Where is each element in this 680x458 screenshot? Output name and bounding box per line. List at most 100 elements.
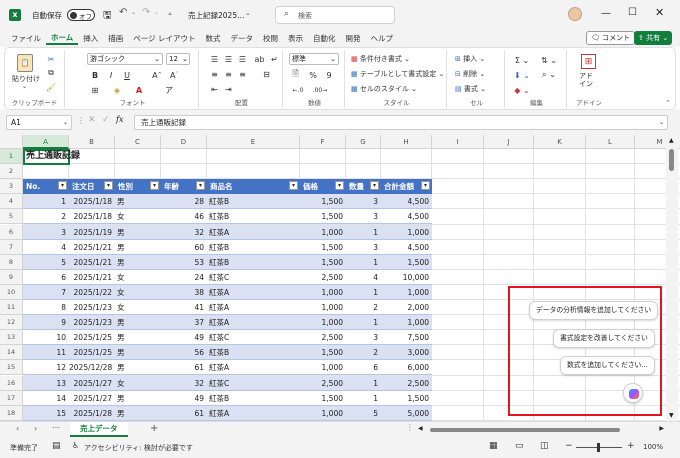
table-cell[interactable]: 紅茶B: [207, 345, 300, 360]
table-cell[interactable]: 1,500: [381, 391, 432, 406]
table-cell[interactable]: 53: [161, 255, 207, 270]
table-header-cell[interactable]: 注文日 ▾: [69, 179, 115, 195]
column-header[interactable]: G: [346, 135, 381, 149]
bold-button[interactable]: B: [89, 69, 101, 81]
table-header-cell[interactable]: 合計金額 ▾: [381, 179, 432, 195]
number-format-select[interactable]: 標準 ⌄: [289, 53, 339, 65]
tab-home[interactable]: ホーム: [46, 32, 79, 45]
table-cell[interactable]: 5: [23, 255, 69, 270]
table-cell[interactable]: 1: [346, 376, 381, 391]
font-name-select[interactable]: 游ゴシック ⌄: [87, 53, 163, 65]
table-cell[interactable]: 男: [115, 225, 161, 240]
tab-formulas[interactable]: 数式: [201, 33, 226, 44]
filter-dropdown-icon[interactable]: ▾: [421, 181, 430, 191]
sheet-stats-icon[interactable]: ▤: [52, 441, 61, 451]
table-cell[interactable]: 1: [346, 225, 381, 240]
underline-button[interactable]: U: [121, 69, 133, 81]
table-cell[interactable]: 4,500: [381, 194, 432, 209]
table-cell[interactable]: 男: [115, 330, 161, 345]
table-cell[interactable]: 1,000: [381, 225, 432, 240]
fill-color-icon[interactable]: ◈: [111, 84, 123, 96]
table-cell[interactable]: 14: [23, 391, 69, 406]
fill-icon[interactable]: ⬇ ⌄: [513, 69, 531, 81]
row-header[interactable]: 10: [0, 284, 23, 300]
column-header[interactable]: J: [484, 135, 534, 149]
table-cell[interactable]: 6: [346, 360, 381, 375]
shrink-font-icon[interactable]: Aˇ: [168, 69, 180, 81]
filter-dropdown-icon[interactable]: ▾: [104, 181, 113, 191]
horizontal-scroll-thumb[interactable]: [430, 428, 620, 432]
table-cell[interactable]: 15: [23, 406, 69, 421]
table-cell[interactable]: 32: [161, 376, 207, 391]
align-bottom-icon[interactable]: ☰: [237, 54, 248, 65]
search-box[interactable]: ⌕ 検索: [275, 6, 395, 24]
table-cell[interactable]: 男: [115, 360, 161, 375]
row-header[interactable]: 5: [0, 209, 23, 225]
zoom-in-icon[interactable]: +: [627, 441, 635, 451]
row-header[interactable]: 6: [0, 224, 23, 240]
column-header[interactable]: L: [586, 135, 635, 149]
table-header-cell[interactable]: 性別 ▾: [115, 179, 161, 195]
undo-icon[interactable]: ↶: [119, 7, 127, 18]
accessibility-status[interactable]: アクセシビリティ: 検討が必要です: [84, 443, 193, 453]
filter-dropdown-icon[interactable]: ▾: [150, 181, 159, 191]
table-cell[interactable]: 1,500: [300, 345, 346, 360]
table-cell[interactable]: 1,500: [300, 255, 346, 270]
column-header[interactable]: D: [161, 135, 207, 149]
tab-file[interactable]: ファイル: [6, 33, 46, 44]
table-cell[interactable]: 1,500: [381, 255, 432, 270]
paste-dropdown-icon[interactable]: ⌄: [22, 83, 27, 90]
align-right-icon[interactable]: ≡: [237, 69, 248, 80]
table-cell[interactable]: 2,500: [300, 330, 346, 345]
vertical-scroll-thumb[interactable]: [669, 149, 674, 171]
table-header-cell[interactable]: No. ▾: [23, 179, 69, 195]
tab-insert[interactable]: 挿入: [78, 33, 103, 44]
cancel-icon[interactable]: ✕: [88, 115, 96, 125]
insert-cells-button[interactable]: ⊞ 挿入 ⌄: [455, 54, 485, 64]
decrease-decimal-icon[interactable]: .00→: [311, 84, 329, 96]
comma-icon[interactable]: 9: [323, 69, 335, 81]
table-cell[interactable]: 41: [161, 300, 207, 315]
sheet-menu-icon[interactable]: ⋯: [52, 423, 60, 432]
table-cell[interactable]: 1: [346, 285, 381, 300]
table-cell[interactable]: 61: [161, 406, 207, 421]
page-layout-view-icon[interactable]: ▭: [515, 441, 524, 451]
table-cell[interactable]: 2025/1/18: [69, 209, 115, 224]
row-header[interactable]: 17: [0, 390, 23, 406]
row-header[interactable]: 2: [0, 164, 23, 180]
table-header-cell[interactable]: 年齢 ▾: [161, 179, 207, 195]
addins-icon[interactable]: ⊞: [581, 54, 596, 69]
table-cell[interactable]: 2,500: [381, 376, 432, 391]
copilot-suggestion-insights[interactable]: データの分析情報を追加してください: [529, 301, 659, 320]
table-cell[interactable]: 1: [23, 194, 69, 209]
avatar[interactable]: [568, 7, 582, 21]
more-icon[interactable]: ⋮: [77, 116, 85, 125]
table-cell[interactable]: 1,000: [300, 300, 346, 315]
tab-data[interactable]: データ: [226, 33, 259, 44]
percent-icon[interactable]: %: [307, 69, 319, 81]
copilot-icon[interactable]: [623, 383, 643, 403]
copilot-suggestion-formatting[interactable]: 書式設定を改善してください: [553, 329, 655, 348]
merge-center-icon[interactable]: ⊟: [261, 69, 272, 80]
table-cell[interactable]: 3: [346, 209, 381, 224]
table-cell[interactable]: 1,000: [381, 285, 432, 300]
align-middle-icon[interactable]: ☰: [223, 54, 234, 65]
tab-help[interactable]: ヘルプ: [366, 33, 399, 44]
table-cell[interactable]: 男: [115, 391, 161, 406]
table-cell[interactable]: 10,000: [381, 270, 432, 285]
table-cell[interactable]: 2025/1/23: [69, 300, 115, 315]
tab-page-layout[interactable]: ページ レイアウト: [128, 33, 200, 44]
table-cell[interactable]: 2,500: [300, 270, 346, 285]
table-cell[interactable]: 3,000: [381, 345, 432, 360]
table-cell[interactable]: 2025/1/19: [69, 225, 115, 240]
tab-split-icon[interactable]: ⋮: [406, 423, 414, 432]
table-cell[interactable]: 24: [161, 270, 207, 285]
table-cell[interactable]: 紅茶A: [207, 300, 300, 315]
table-cell[interactable]: 4: [346, 270, 381, 285]
select-all-corner[interactable]: [0, 135, 23, 149]
close-icon[interactable]: ✕: [655, 6, 664, 19]
name-box[interactable]: A1 ⌄: [6, 115, 72, 130]
table-cell[interactable]: 1,000: [300, 360, 346, 375]
table-cell[interactable]: 3: [346, 194, 381, 209]
tab-review[interactable]: 校閲: [258, 33, 283, 44]
